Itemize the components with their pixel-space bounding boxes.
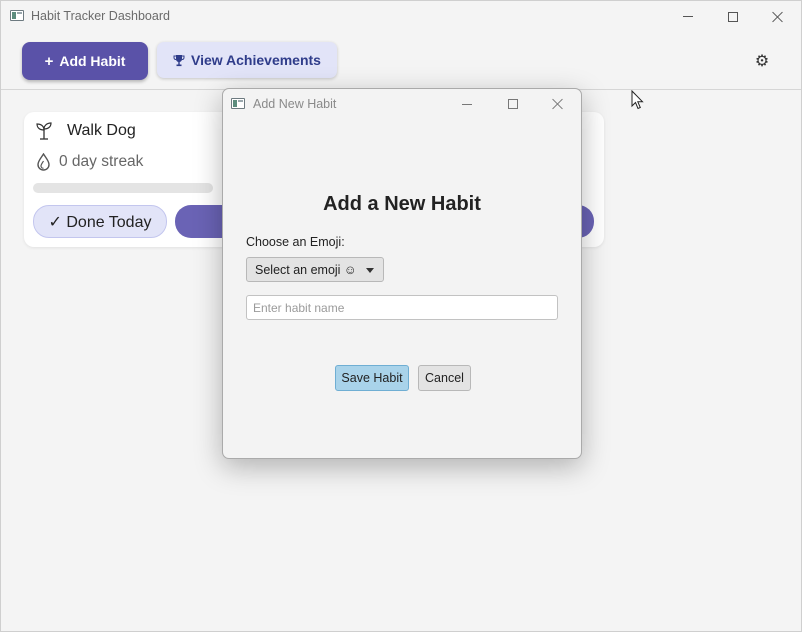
minimize-button[interactable]	[665, 1, 711, 32]
dialog-heading: Add a New Habit	[323, 193, 481, 215]
close-button[interactable]	[755, 1, 801, 32]
maximize-icon	[508, 99, 518, 109]
toolbar: + Add Habit View Achievements ⚙	[1, 32, 801, 90]
dialog-close-button[interactable]	[536, 89, 580, 119]
gear-icon[interactable]: ⚙	[753, 52, 771, 70]
minimize-icon	[683, 16, 693, 17]
habit-name-input[interactable]	[246, 295, 558, 320]
dialog-minimize-button[interactable]	[445, 89, 489, 119]
main-window: Habit Tracker Dashboard + Add Habit View…	[0, 0, 802, 632]
save-habit-button[interactable]: Save Habit	[335, 365, 409, 391]
close-icon	[772, 11, 784, 23]
maximize-icon	[728, 11, 738, 22]
plus-icon: +	[44, 52, 54, 70]
emoji-select[interactable]: Select an emoji ☺	[246, 257, 384, 282]
view-achievements-button[interactable]: View Achievements	[157, 42, 337, 78]
dialog-app-icon	[231, 98, 245, 109]
drop-icon	[37, 153, 50, 171]
done-today-button[interactable]: ✓ Done Today	[33, 205, 167, 238]
dialog-title-bar[interactable]: Add New Habit	[223, 89, 581, 119]
view-achievements-label: View Achievements	[191, 52, 321, 68]
close-icon	[552, 98, 564, 110]
sprout-icon	[36, 122, 52, 140]
app-icon	[10, 10, 24, 21]
dialog-maximize-button[interactable]	[491, 89, 535, 119]
window-title: Habit Tracker Dashboard	[31, 9, 170, 23]
emoji-label: Choose an Emoji:	[246, 235, 345, 249]
add-habit-dialog: Add New Habit Add a New Habit Choose an …	[222, 88, 582, 459]
minimize-icon	[462, 103, 472, 105]
cancel-button[interactable]: Cancel	[418, 365, 471, 391]
habit-progress-bar	[33, 183, 213, 193]
chevron-down-icon	[366, 268, 374, 273]
title-bar[interactable]: Habit Tracker Dashboard	[1, 1, 801, 32]
maximize-button[interactable]	[710, 1, 756, 32]
trophy-icon	[173, 54, 185, 66]
mouse-cursor-icon	[631, 90, 644, 110]
streak-text: 0 day streak	[59, 153, 144, 170]
add-habit-button[interactable]: + Add Habit	[22, 42, 148, 80]
habit-name: Walk Dog	[67, 122, 136, 139]
emoji-select-value: Select an emoji ☺	[255, 262, 357, 277]
add-habit-label: Add Habit	[59, 53, 126, 69]
dialog-title: Add New Habit	[253, 97, 337, 111]
